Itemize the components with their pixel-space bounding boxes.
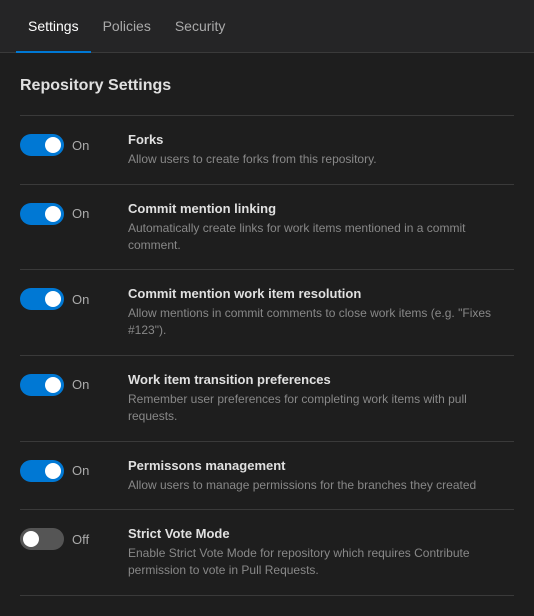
setting-name-permissions-management: Permissons management — [128, 458, 514, 473]
toggle-label-work-item-transition-preferences: On — [72, 377, 98, 392]
toggle-knob-work-item-transition-preferences — [45, 377, 61, 393]
tab-policies[interactable]: Policies — [91, 0, 163, 53]
setting-desc-forks: Allow users to create forks from this re… — [128, 151, 514, 168]
main-content: Repository Settings On Forks Allow users t… — [0, 53, 534, 616]
setting-text-forks: Forks Allow users to create forks from th… — [120, 132, 514, 168]
setting-desc-commit-mention-work-item-resolution: Allow mentions in commit comments to clo… — [128, 305, 514, 339]
toggle-label-commit-mention-linking: On — [72, 206, 98, 221]
toggle-switch-strict-vote-mode[interactable] — [20, 528, 64, 550]
setting-item-commit-mention-linking: On Commit mention linking Automatically cr… — [20, 185, 514, 271]
toggle-label-permissions-management: On — [72, 463, 98, 478]
setting-desc-work-item-transition-preferences: Remember user preferences for completing… — [128, 391, 514, 425]
toggle-switch-commit-mention-work-item-resolution[interactable] — [20, 288, 64, 310]
setting-desc-strict-vote-mode: Enable Strict Vote Mode for repository w… — [128, 545, 514, 579]
setting-text-commit-mention-linking: Commit mention linking Automatically crea… — [120, 201, 514, 254]
setting-desc-permissions-management: Allow users to manage permissions for th… — [128, 477, 514, 494]
setting-name-commit-mention-linking: Commit mention linking — [128, 201, 514, 216]
toggle-switch-permissions-management[interactable] — [20, 460, 64, 482]
setting-name-strict-vote-mode: Strict Vote Mode — [128, 526, 514, 541]
toggle-area-forks: On — [20, 132, 120, 156]
toggle-knob-commit-mention-work-item-resolution — [45, 291, 61, 307]
toggle-knob-strict-vote-mode — [23, 531, 39, 547]
toggle-area-work-item-transition-preferences: On — [20, 372, 120, 396]
settings-list: On Forks Allow users to create forks from … — [20, 115, 514, 596]
setting-text-permissions-management: Permissons management Allow users to mana… — [120, 458, 514, 494]
toggle-switch-work-item-transition-preferences[interactable] — [20, 374, 64, 396]
toggle-area-commit-mention-linking: On — [20, 201, 120, 225]
setting-item-permissions-management: On Permissons management Allow users to ma… — [20, 442, 514, 511]
toggle-label-strict-vote-mode: Off — [72, 532, 98, 547]
toggle-area-permissions-management: On — [20, 458, 120, 482]
setting-text-commit-mention-work-item-resolution: Commit mention work item resolution Allow… — [120, 286, 514, 339]
setting-text-strict-vote-mode: Strict Vote Mode Enable Strict Vote Mode … — [120, 526, 514, 579]
setting-item-commit-mention-work-item-resolution: On Commit mention work item resolution All… — [20, 270, 514, 356]
setting-item-strict-vote-mode: Off Strict Vote Mode Enable Strict Vote Mo… — [20, 510, 514, 596]
toggle-area-commit-mention-work-item-resolution: On — [20, 286, 120, 310]
toggle-area-strict-vote-mode: Off — [20, 526, 120, 550]
setting-name-commit-mention-work-item-resolution: Commit mention work item resolution — [128, 286, 514, 301]
tab-bar: SettingsPoliciesSecurity — [0, 0, 534, 53]
toggle-label-commit-mention-work-item-resolution: On — [72, 292, 98, 307]
toggle-switch-commit-mention-linking[interactable] — [20, 203, 64, 225]
section-title: Repository Settings — [20, 77, 514, 95]
setting-desc-commit-mention-linking: Automatically create links for work item… — [128, 220, 514, 254]
setting-name-forks: Forks — [128, 132, 514, 147]
setting-name-work-item-transition-preferences: Work item transition preferences — [128, 372, 514, 387]
toggle-knob-forks — [45, 137, 61, 153]
toggle-switch-forks[interactable] — [20, 134, 64, 156]
toggle-label-forks: On — [72, 138, 98, 153]
toggle-knob-commit-mention-linking — [45, 206, 61, 222]
setting-item-forks: On Forks Allow users to create forks from … — [20, 116, 514, 185]
setting-text-work-item-transition-preferences: Work item transition preferences Remember… — [120, 372, 514, 425]
toggle-knob-permissions-management — [45, 463, 61, 479]
tab-settings[interactable]: Settings — [16, 0, 91, 53]
setting-item-work-item-transition-preferences: On Work item transition preferences Rememb… — [20, 356, 514, 442]
tab-security[interactable]: Security — [163, 0, 238, 53]
